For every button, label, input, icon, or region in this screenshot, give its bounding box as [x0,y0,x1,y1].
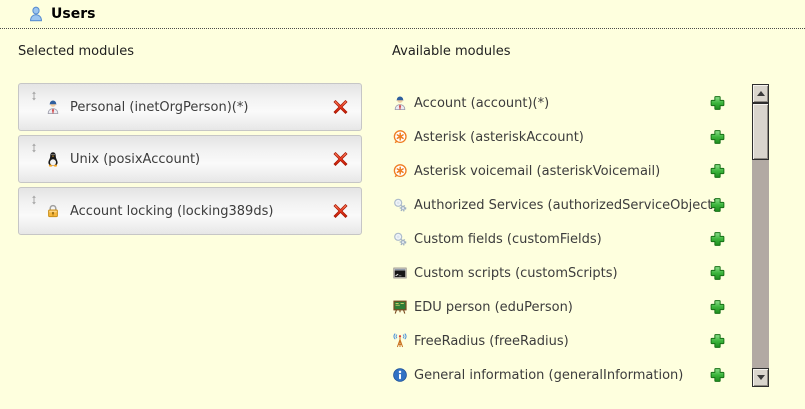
asterisk-icon [392,163,408,179]
available-module-row: Custom scripts (customScripts) [392,256,726,290]
add-module-button[interactable] [709,197,726,214]
module-label: Asterisk (asteriskAccount) [414,130,584,145]
selected-module-row[interactable]: Unix (posixAccount) [18,135,362,183]
person-icon [45,99,61,115]
available-module-row: Asterisk voicemail (asteriskVoicemail) [392,154,726,188]
available-modules-label: Available modules [392,44,510,59]
remove-module-button[interactable] [332,203,349,220]
add-module-button[interactable] [709,129,726,146]
selected-modules-label: Selected modules [18,44,134,59]
add-module-button[interactable] [709,163,726,180]
available-module-row: General information (generalInformation) [392,358,726,392]
add-icon [709,129,726,146]
available-module-row: Authorized Services (authorizedServiceOb… [392,188,726,222]
lock-icon [45,203,61,219]
available-modules-list: Account (account)(*) Asterisk (asteriskA… [392,86,726,392]
add-icon [709,299,726,316]
scrollbar-up-button[interactable] [752,84,769,103]
remove-module-button[interactable] [332,151,349,168]
add-module-button[interactable] [709,367,726,384]
asterisk-icon [392,129,408,145]
selected-modules-list: Personal (inetOrgPerson)(*) Unix (posixA… [18,83,362,239]
add-icon [709,163,726,180]
add-module-button[interactable] [709,265,726,282]
arrow-up-icon [757,91,765,96]
module-selection-page: Users Selected modules Available modules… [0,0,805,409]
module-label: EDU person (eduPerson) [414,300,573,315]
drag-handle-icon[interactable] [29,143,39,153]
add-module-button[interactable] [709,231,726,248]
add-icon [709,333,726,350]
scrollbar-down-button[interactable] [752,368,769,387]
available-module-row: Account (account)(*) [392,86,726,120]
add-icon [709,197,726,214]
available-module-row: EDU person (eduPerson) [392,290,726,324]
scrollbar [752,84,769,387]
module-label: Account (account)(*) [414,96,549,111]
antenna-icon [392,333,408,349]
module-label: Asterisk voicemail (asteriskVoicemail) [414,164,660,179]
module-label: FreeRadius (freeRadius) [414,334,569,349]
add-icon [709,367,726,384]
add-module-button[interactable] [709,95,726,112]
module-label: Personal (inetOrgPerson)(*) [70,100,248,115]
page-header: Users [0,0,805,29]
add-icon [709,265,726,282]
available-module-row: FreeRadius (freeRadius) [392,324,726,358]
chalkboard-icon [392,299,408,315]
users-icon [28,6,44,22]
terminal-icon [392,265,408,281]
drag-handle-icon[interactable] [29,195,39,205]
module-label: Authorized Services (authorizedServiceOb… [414,198,718,213]
module-label: Account locking (locking389ds) [70,204,273,219]
selected-module-row[interactable]: Personal (inetOrgPerson)(*) [18,83,362,131]
drag-handle-icon[interactable] [29,91,39,101]
module-label: Custom scripts (customScripts) [414,266,618,281]
available-module-row: Custom fields (customFields) [392,222,726,256]
delete-icon [332,99,349,116]
delete-icon [332,203,349,220]
scrollbar-track[interactable] [752,160,769,368]
gears-icon [392,231,408,247]
scrollbar-thumb[interactable] [752,103,769,160]
add-module-button[interactable] [709,299,726,316]
page-title: Users [51,6,95,22]
module-label: Custom fields (customFields) [414,232,602,247]
add-icon [709,95,726,112]
module-label: Unix (posixAccount) [70,152,200,167]
add-module-button[interactable] [709,333,726,350]
gears-icon [392,197,408,213]
add-icon [709,231,726,248]
delete-icon [332,151,349,168]
available-module-row: Asterisk (asteriskAccount) [392,120,726,154]
person-icon [392,95,408,111]
remove-module-button[interactable] [332,99,349,116]
info-icon [392,367,408,383]
tux-icon [45,151,61,167]
module-label: General information (generalInformation) [414,368,683,383]
selected-module-row[interactable]: Account locking (locking389ds) [18,187,362,235]
arrow-down-icon [757,375,765,380]
